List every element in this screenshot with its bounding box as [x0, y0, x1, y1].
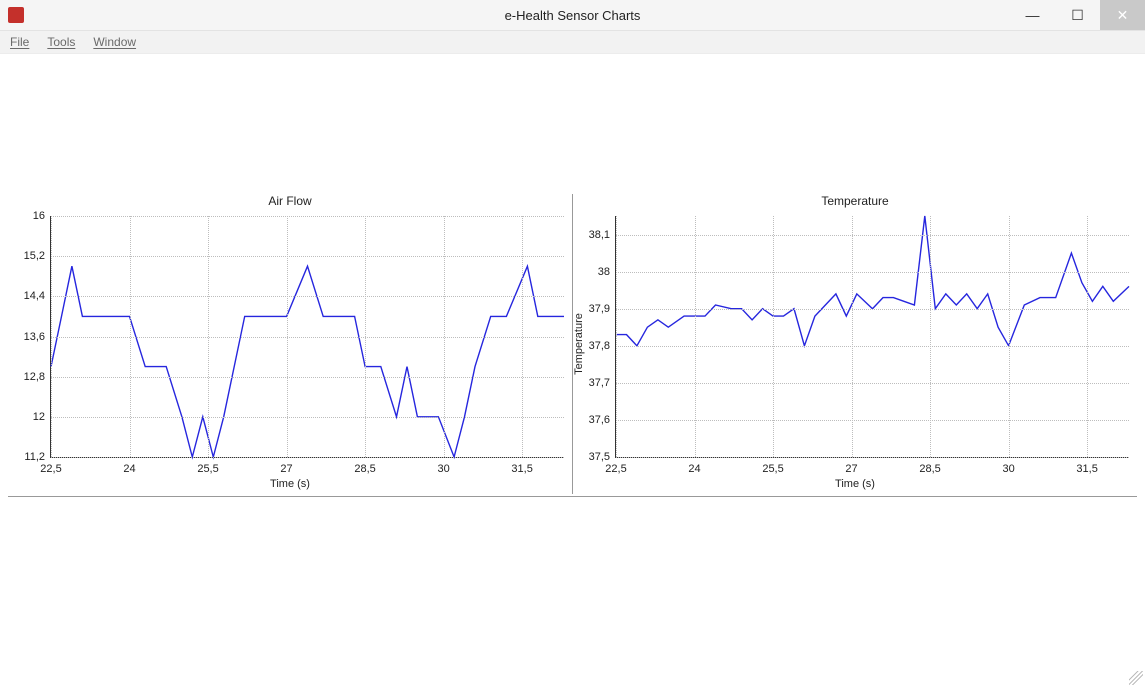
gridline-h — [51, 457, 564, 458]
window-controls: — ☐ ✕ — [1010, 0, 1145, 30]
ytick-label: 37,8 — [589, 340, 610, 352]
menu-window[interactable]: Window — [93, 35, 136, 49]
xtick-label: 25,5 — [197, 463, 218, 475]
xtick-label: 25,5 — [762, 463, 783, 475]
ytick-label: 37,7 — [589, 377, 610, 389]
minimize-icon: — — [1026, 7, 1040, 23]
xtick-label: 28,5 — [354, 463, 375, 475]
xtick-label: 30 — [437, 463, 449, 475]
gridline-h — [616, 309, 1129, 310]
xtick-label: 22,5 — [605, 463, 626, 475]
ytick-label: 38 — [598, 266, 610, 278]
gridline-h — [616, 457, 1129, 458]
close-button[interactable]: ✕ — [1100, 0, 1145, 30]
ytick-label: 11,2 — [24, 451, 45, 463]
xlabel-temperature: Time (s) — [573, 478, 1137, 490]
titlebar: e-Health Sensor Charts — ☐ ✕ — [0, 0, 1145, 31]
xtick-label: 27 — [845, 463, 857, 475]
ytick-label: 13,6 — [24, 331, 45, 343]
menu-tools[interactable]: Tools — [47, 35, 75, 49]
xlabel-airflow: Time (s) — [8, 478, 572, 490]
maximize-button[interactable]: ☐ — [1055, 0, 1100, 30]
gridline-h — [51, 417, 564, 418]
close-icon: ✕ — [1117, 7, 1129, 24]
resize-grip-icon[interactable] — [1129, 671, 1143, 685]
xtick-label: 22,5 — [40, 463, 61, 475]
chart-temperature: Temperature Temperature 22,52425,52728,5… — [573, 194, 1137, 494]
ytick-label: 12 — [33, 411, 45, 423]
ytick-label: 38,1 — [589, 229, 610, 241]
xtick-label: 24 — [688, 463, 700, 475]
gridline-h — [51, 256, 564, 257]
ytick-label: 16 — [33, 210, 45, 222]
gridline-h — [616, 272, 1129, 273]
ytick-label: 37,6 — [589, 414, 610, 426]
xtick-label: 31,5 — [1076, 463, 1097, 475]
plot-airflow: 22,52425,52728,53031,511,21212,813,614,4… — [50, 216, 564, 458]
charts-row: Air Flow 22,52425,52728,53031,511,21212,… — [8, 194, 1137, 494]
ytick-label: 15,2 — [24, 250, 45, 262]
content-area: Air Flow 22,52425,52728,53031,511,21212,… — [0, 54, 1145, 685]
gridline-h — [51, 337, 564, 338]
menu-file[interactable]: File — [10, 35, 29, 49]
window-title: e-Health Sensor Charts — [0, 8, 1145, 23]
xtick-label: 31,5 — [511, 463, 532, 475]
minimize-button[interactable]: — — [1010, 0, 1055, 30]
ytick-label: 37,9 — [589, 303, 610, 315]
gridline-h — [616, 346, 1129, 347]
gridline-h — [616, 420, 1129, 421]
plot-temperature: 22,52425,52728,53031,537,537,637,737,837… — [615, 216, 1129, 458]
xtick-label: 24 — [123, 463, 135, 475]
xtick-label: 28,5 — [919, 463, 940, 475]
ytick-label: 37,5 — [589, 451, 610, 463]
chart-title-temperature: Temperature — [573, 194, 1137, 208]
chart-title-airflow: Air Flow — [8, 194, 572, 208]
ytick-label: 12,8 — [24, 371, 45, 383]
gridline-h — [51, 296, 564, 297]
gridline-h — [51, 377, 564, 378]
gridline-h — [51, 216, 564, 217]
xtick-label: 30 — [1002, 463, 1014, 475]
menubar: File Tools Window — [0, 31, 1145, 54]
gridline-h — [616, 383, 1129, 384]
maximize-icon: ☐ — [1071, 7, 1084, 24]
ytick-label: 14,4 — [24, 290, 45, 302]
chart-airflow: Air Flow 22,52425,52728,53031,511,21212,… — [8, 194, 573, 494]
xtick-label: 27 — [280, 463, 292, 475]
ylabel-temperature: Temperature — [573, 313, 585, 375]
divider — [8, 496, 1137, 497]
app-icon — [8, 7, 24, 23]
gridline-h — [616, 235, 1129, 236]
